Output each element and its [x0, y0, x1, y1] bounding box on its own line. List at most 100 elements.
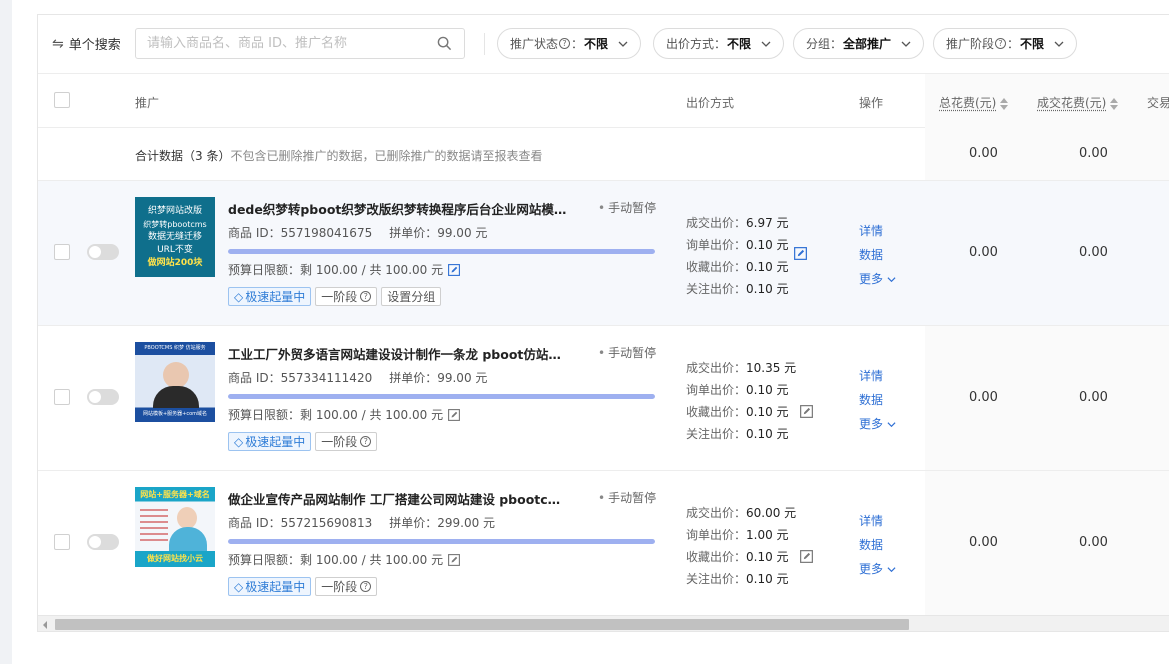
filter-label: 推广阶段 [946, 37, 995, 51]
scrollbar-thumb[interactable] [55, 619, 909, 630]
chevron-down-icon [901, 41, 911, 47]
row-checkbox[interactable] [54, 389, 70, 405]
metric-column-shade [925, 326, 1169, 470]
row-checkbox[interactable] [54, 244, 70, 260]
row-operations: 详情 数据 更多 [859, 509, 896, 581]
product-id: 商品 ID：557198041675 [228, 226, 373, 240]
row-total-cost: 0.00 [969, 390, 998, 405]
help-icon[interactable]: ? [360, 436, 372, 447]
bid-list: 成交出价：6.97 元 询单出价：0.10 元 收藏出价：0.10 元 关注出价… [686, 212, 789, 300]
detail-link[interactable]: 详情 [859, 364, 896, 388]
sort-icon[interactable] [1110, 97, 1119, 110]
promotion-panel: ⇋ 单个搜索 推广状态 ? ：不限 出价方式：不限 分组：全部推广 推广阶段 ?… [37, 14, 1169, 632]
row-checkbox[interactable] [54, 534, 70, 550]
horizontal-scrollbar[interactable] [38, 615, 1169, 631]
more-link[interactable]: 更多 [859, 557, 896, 581]
table-row: PBOOTCMS 织梦 仿站服务 网站模板+服务器+com域名 工业工厂外贸多语… [38, 326, 1169, 471]
table-row: 网站+服务器+域名 做好网站找小云 做企业宣传产品网站制作 工厂搭建公司网站建设… [38, 471, 1169, 616]
product-meta: 商品 ID：557215690813 拼单价：299.00 元 [228, 514, 495, 531]
budget-line: 预算日限额：剩 100.00 / 共 100.00 元 [228, 261, 461, 278]
data-link[interactable]: 数据 [859, 533, 896, 557]
bid-follow: 关注出价：0.10 元 [686, 427, 789, 441]
metric-column-shade [925, 471, 1169, 615]
product-thumbnail: 织梦网站改版 织梦转pbootcms 数据无缝迁移 URL不变 做网站200块 [135, 197, 215, 277]
budget-progress-bar [228, 539, 655, 544]
header-bid-method: 出价方式 [686, 96, 735, 110]
data-link[interactable]: 数据 [859, 388, 896, 412]
tag-stage: 一阶段? [315, 432, 378, 451]
metric-column-shade [925, 181, 1169, 325]
promotion-toggle[interactable] [87, 534, 119, 550]
more-label: 更多 [859, 417, 884, 431]
header-trade: 交易 [1147, 96, 1169, 110]
bid-deal: 成交出价：60.00 元 [686, 506, 797, 520]
more-label: 更多 [859, 272, 884, 286]
filter-value: 全部推广 [843, 37, 892, 51]
bid-follow: 关注出价：0.10 元 [686, 572, 789, 586]
edit-icon[interactable] [794, 247, 807, 260]
promotion-title[interactable]: 做企业宣传产品网站制作 工厂搭建公司网站建设 pbootcms扒... [228, 489, 573, 508]
budget-progress-fill [228, 394, 655, 399]
tag-label: 极速起量中 [245, 580, 306, 594]
diamond-icon: ◇ [234, 289, 244, 304]
swap-icon: ⇋ [52, 35, 64, 52]
help-icon[interactable]: ? [360, 581, 372, 592]
detail-link[interactable]: 详情 [859, 509, 896, 533]
filter-value: 不限 [1020, 37, 1045, 51]
more-label: 更多 [859, 562, 884, 576]
search-input[interactable] [136, 29, 426, 58]
promotion-title[interactable]: dede织梦转pboot织梦改版织梦转换程序后台企业网站模板定制 [228, 199, 573, 218]
tag-label: 极速起量中 [245, 290, 306, 304]
product-thumbnail: 网站+服务器+域名 做好网站找小云 [135, 487, 215, 567]
tag-label: 一阶段 [321, 290, 358, 304]
search-mode-toggle[interactable]: ⇋ 单个搜索 [52, 34, 121, 54]
promotion-toggle[interactable] [87, 389, 119, 405]
sort-icon[interactable] [1000, 97, 1009, 110]
budget-progress-fill [228, 539, 655, 544]
thumb-text: PBOOTCMS 织梦 仿站服务 [144, 345, 206, 351]
row-operations: 详情 数据 更多 [859, 219, 896, 291]
bid-list: 成交出价：10.35 元 询单出价：0.10 元 收藏出价：0.10 元 关注出… [686, 357, 796, 445]
more-link[interactable]: 更多 [859, 267, 896, 291]
product-meta: 商品 ID：557334111420 拼单价：99.00 元 [228, 369, 487, 386]
bid-list: 成交出价：60.00 元 询单出价：1.00 元 收藏出价：0.10 元 关注出… [686, 502, 796, 590]
edit-icon[interactable] [448, 553, 461, 566]
more-link[interactable]: 更多 [859, 412, 896, 436]
product-thumbnail: PBOOTCMS 织梦 仿站服务 网站模板+服务器+com域名 [135, 342, 215, 422]
header-total-cost-label: 总花费(元) [939, 96, 997, 110]
budget-text: 预算日限额：剩 100.00 / 共 100.00 元 [228, 553, 444, 567]
row-total-cost: 0.00 [969, 535, 998, 550]
header-total-cost[interactable]: 总花费(元) [939, 94, 1009, 111]
edit-icon[interactable] [800, 405, 813, 418]
filter-promotion-status[interactable]: 推广状态 ? ：不限 [497, 28, 642, 59]
tag-label: 一阶段 [321, 580, 358, 594]
help-icon[interactable]: ? [995, 38, 1007, 49]
data-link[interactable]: 数据 [859, 243, 896, 267]
summary-text: 合计数据（3 条）不包含已删除推广的数据，已删除推广的数据请至报表查看 [135, 147, 542, 164]
summary-note: 不包含已删除推广的数据，已删除推广的数据请至报表查看 [230, 149, 543, 163]
promotion-title[interactable]: 工业工厂外贸多语言网站建设设计制作一条龙 pboot仿站扒站... [228, 344, 573, 363]
tag-label: 极速起量中 [245, 435, 306, 449]
edit-icon[interactable] [800, 550, 813, 563]
search-icon[interactable] [437, 36, 452, 51]
bid-inquiry: 询单出价：1.00 元 [686, 528, 789, 542]
edit-icon[interactable] [448, 263, 461, 276]
header-deal-cost[interactable]: 成交花费(元) [1037, 94, 1119, 111]
filter-bar: ⇋ 单个搜索 推广状态 ? ：不限 出价方式：不限 分组：全部推广 推广阶段 ?… [38, 15, 1169, 73]
thumb-person-body [153, 386, 199, 408]
summary-row: 合计数据（3 条）不包含已删除推广的数据，已删除推广的数据请至报表查看 0.00… [38, 128, 1169, 181]
thumb-person [163, 362, 189, 388]
filter-group[interactable]: 分组： 全部推广 [793, 28, 925, 59]
select-all-checkbox[interactable] [54, 92, 70, 108]
help-icon[interactable]: ? [559, 38, 571, 49]
edit-icon[interactable] [448, 408, 461, 421]
set-group-button[interactable]: 设置分组 [381, 287, 442, 306]
left-gutter [0, 0, 12, 664]
filter-bid-method[interactable]: 出价方式： 不限 [653, 28, 785, 59]
filter-promotion-stage[interactable]: 推广阶段 ? ：不限 [933, 28, 1078, 59]
scroll-left-icon[interactable] [43, 621, 47, 629]
help-icon[interactable]: ? [360, 291, 372, 302]
detail-link[interactable]: 详情 [859, 219, 896, 243]
promotion-toggle[interactable] [87, 244, 119, 260]
thumb-text: 数据无缝迁移 [147, 231, 202, 242]
